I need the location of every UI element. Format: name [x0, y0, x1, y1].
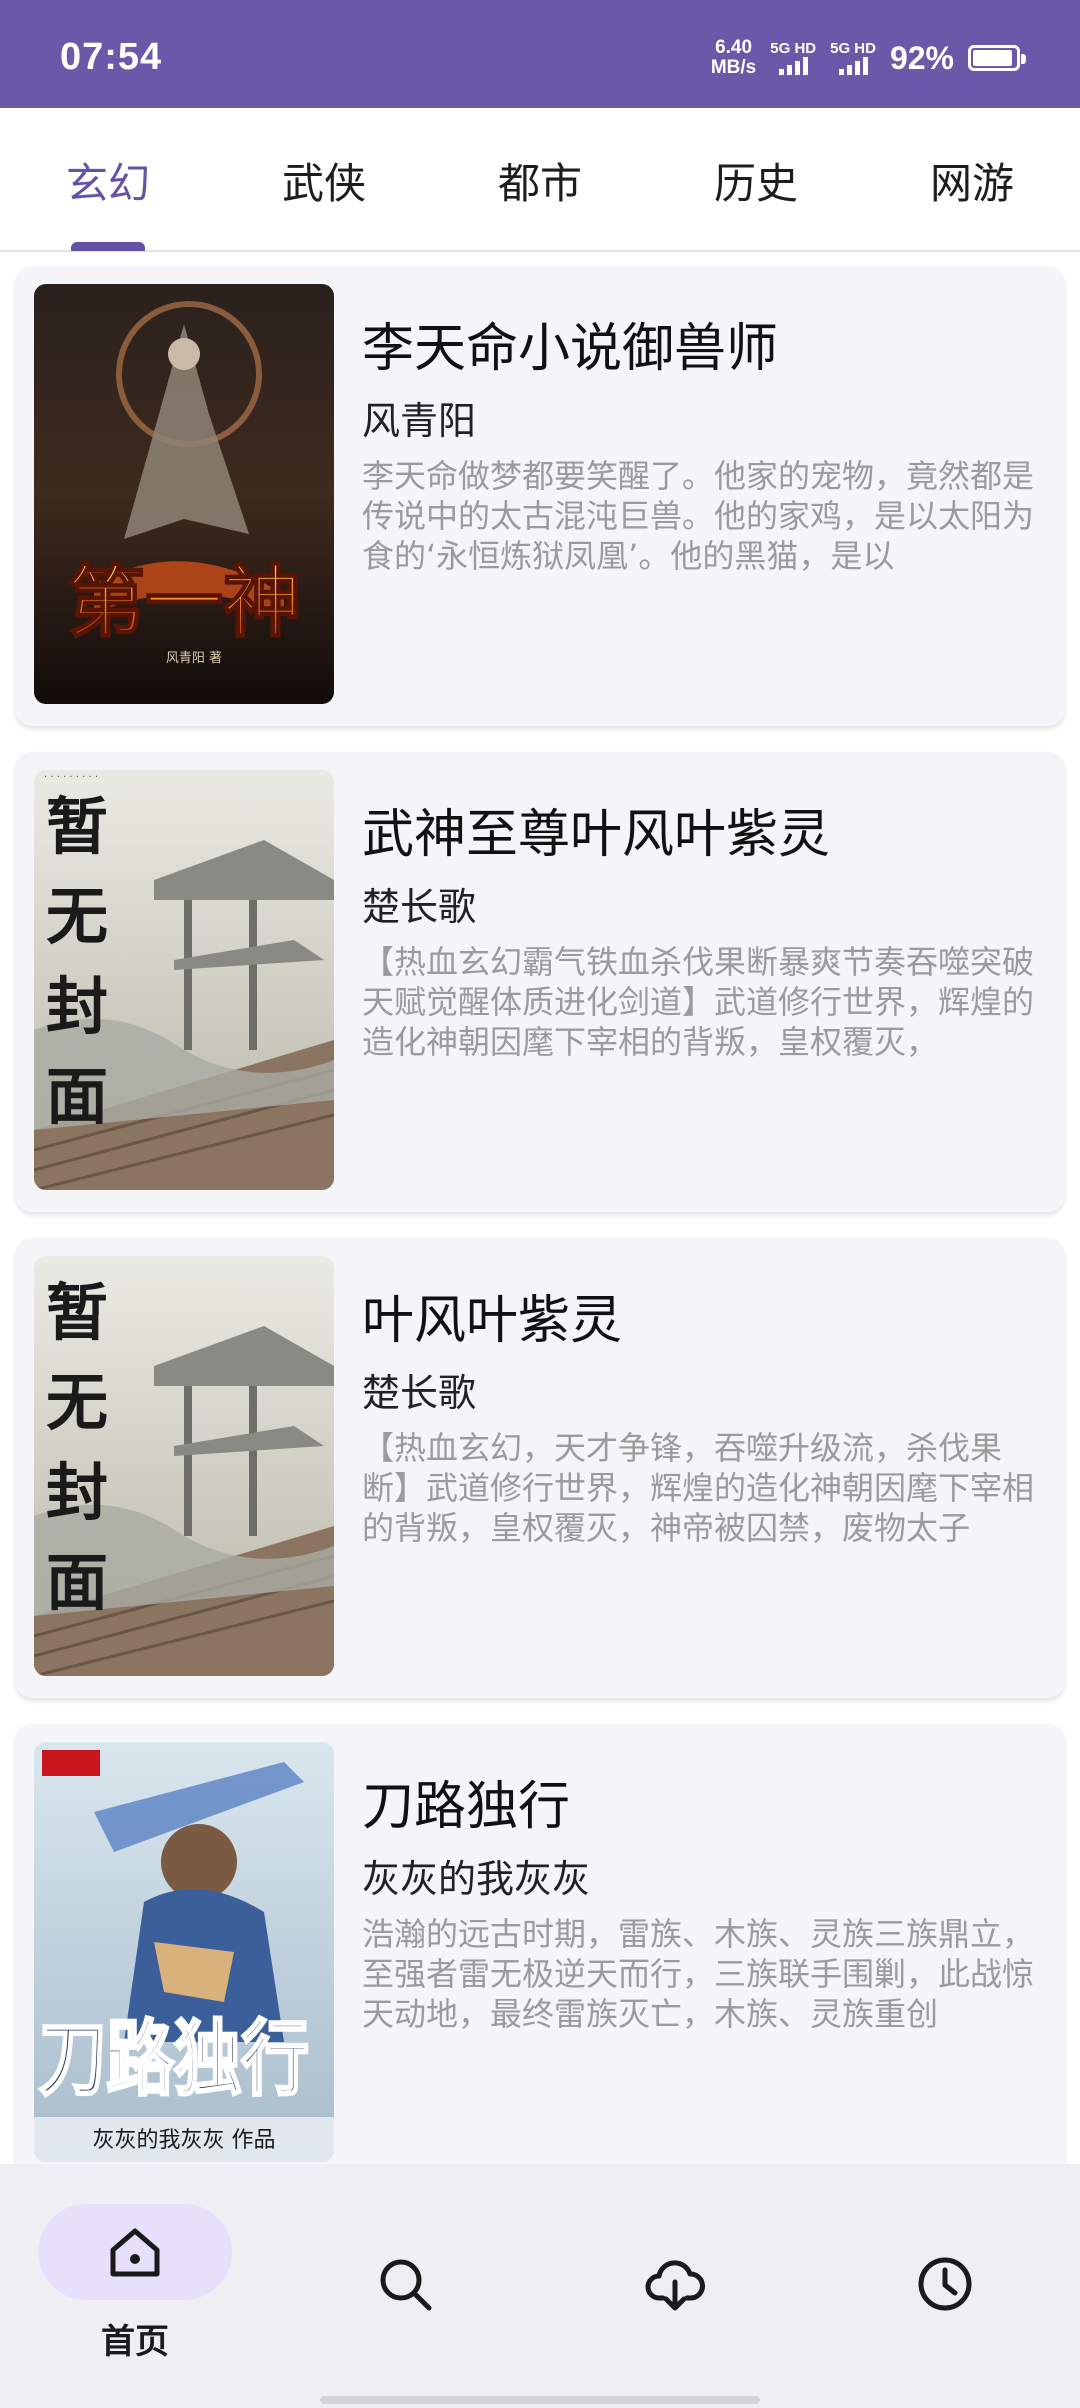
- book-author: 楚长歌: [362, 1371, 477, 1415]
- active-tab-indicator: [71, 242, 145, 251]
- book-title: 叶风叶紫灵: [362, 1291, 623, 1351]
- home-icon: [110, 2228, 160, 2277]
- tab-wuxia[interactable]: 武侠: [216, 108, 432, 252]
- book-author: 灰灰的我灰灰: [362, 1857, 591, 1901]
- cover-title-text: 第一神: [67, 557, 301, 648]
- tab-xuanhuan[interactable]: 玄幻: [0, 108, 216, 252]
- tab-wangyou[interactable]: 网游: [864, 108, 1080, 252]
- cover-author-text: 风青阳 著: [166, 651, 222, 666]
- book-card[interactable]: · · · · · · · · · 暂 无 封 面 武神至尊叶风叶紫灵 楚长歌 …: [16, 752, 1064, 1212]
- book-list[interactable]: 第一神 风青阳 著 李天命小说御兽师 风青阳 李天命做梦都要笑醒了。他家的宠物，…: [0, 252, 1080, 2164]
- network-speed-unit: MB/s: [710, 57, 757, 78]
- download-icon: [645, 2260, 705, 2311]
- network-speed: 6.40 MB/s: [711, 38, 756, 78]
- book-description: 浩瀚的远古时期，雷族、木族、灵族三族鼎立，至强者雷无极逆天而行，三族联手围剿，此…: [362, 1915, 1035, 2033]
- sim2-label: 5G HD: [830, 40, 876, 57]
- cover-author-text: 灰灰的我灰灰 作品: [93, 2128, 276, 2153]
- book-title: 武神至尊叶风叶紫灵: [362, 805, 831, 865]
- gesture-bar[interactable]: [320, 2396, 760, 2404]
- sim1-signal-icon: 5G HD: [770, 41, 816, 75]
- history-icon: [918, 2257, 972, 2311]
- status-time: 07:54: [60, 36, 163, 78]
- book-title: 李天命小说御兽师: [362, 319, 779, 379]
- sim1-label: 5G HD: [770, 40, 817, 57]
- book-author: 风青阳: [362, 399, 477, 443]
- cover-title-text: 刀路独行: [39, 2011, 309, 2107]
- nav-home[interactable]: 首页: [0, 2204, 270, 2374]
- book-cover: 刀路独行 灰灰的我灰灰 作品: [34, 1742, 334, 2162]
- category-tabs: 玄幻 武侠 都市 历史 网游: [0, 108, 1080, 252]
- book-card[interactable]: 暂 无 封 面 叶风叶紫灵 楚长歌 【热血玄幻，天才争锋，吞噬升级流，杀伐果断】…: [16, 1238, 1064, 1698]
- tab-lishi[interactable]: 历史: [648, 108, 864, 252]
- search-icon: [380, 2259, 432, 2311]
- battery-icon: [968, 45, 1026, 71]
- nav-search[interactable]: [270, 2204, 540, 2374]
- book-cover: · · · · · · · · · 暂 无 封 面: [34, 770, 334, 1190]
- tab-dushi[interactable]: 都市: [432, 108, 648, 252]
- nav-downloads[interactable]: [540, 2204, 810, 2374]
- book-card[interactable]: 第一神 风青阳 著 李天命小说御兽师 风青阳 李天命做梦都要笑醒了。他家的宠物，…: [16, 266, 1064, 726]
- book-title: 刀路独行: [362, 1777, 571, 1837]
- nav-home-label: 首页: [101, 2322, 169, 2362]
- book-description: 【热血玄幻霸气铁血杀伐果断暴爽节奏吞噬突破天赋觉醒体质进化剑道】武道修行世界，辉…: [362, 943, 1035, 1061]
- book-cover: 暂 无 封 面: [34, 1256, 334, 1676]
- battery-percent: 92%: [889, 39, 954, 76]
- network-speed-value: 6.40: [715, 37, 753, 58]
- nav-history[interactable]: [810, 2204, 1080, 2374]
- book-card[interactable]: 刀路独行 灰灰的我灰灰 作品 刀路独行 灰灰的我灰灰 浩瀚的远古时期，雷族、木族…: [16, 1724, 1064, 2164]
- bottom-navigation: 首页: [0, 2164, 1080, 2408]
- svg-text:· · · · · · · · ·: · · · · · · · · ·: [44, 772, 98, 783]
- sim2-signal-icon: 5G HD: [830, 41, 876, 75]
- book-description: 【热血玄幻，天才争锋，吞噬升级流，杀伐果断】武道修行世界，辉煌的造化神朝因麾下宰…: [362, 1429, 1035, 1547]
- book-author: 楚长歌: [362, 885, 477, 929]
- book-description: 李天命做梦都要笑醒了。他家的宠物，竟然都是传说中的太古混沌巨兽。他的家鸡，是以太…: [362, 457, 1035, 575]
- status-bar: 07:54 6.40 MB/s 5G HD 5G HD 92%: [0, 0, 1080, 108]
- book-cover: 第一神 风青阳 著: [34, 284, 334, 704]
- status-indicators: 6.40 MB/s 5G HD 5G HD 92%: [711, 38, 1026, 78]
